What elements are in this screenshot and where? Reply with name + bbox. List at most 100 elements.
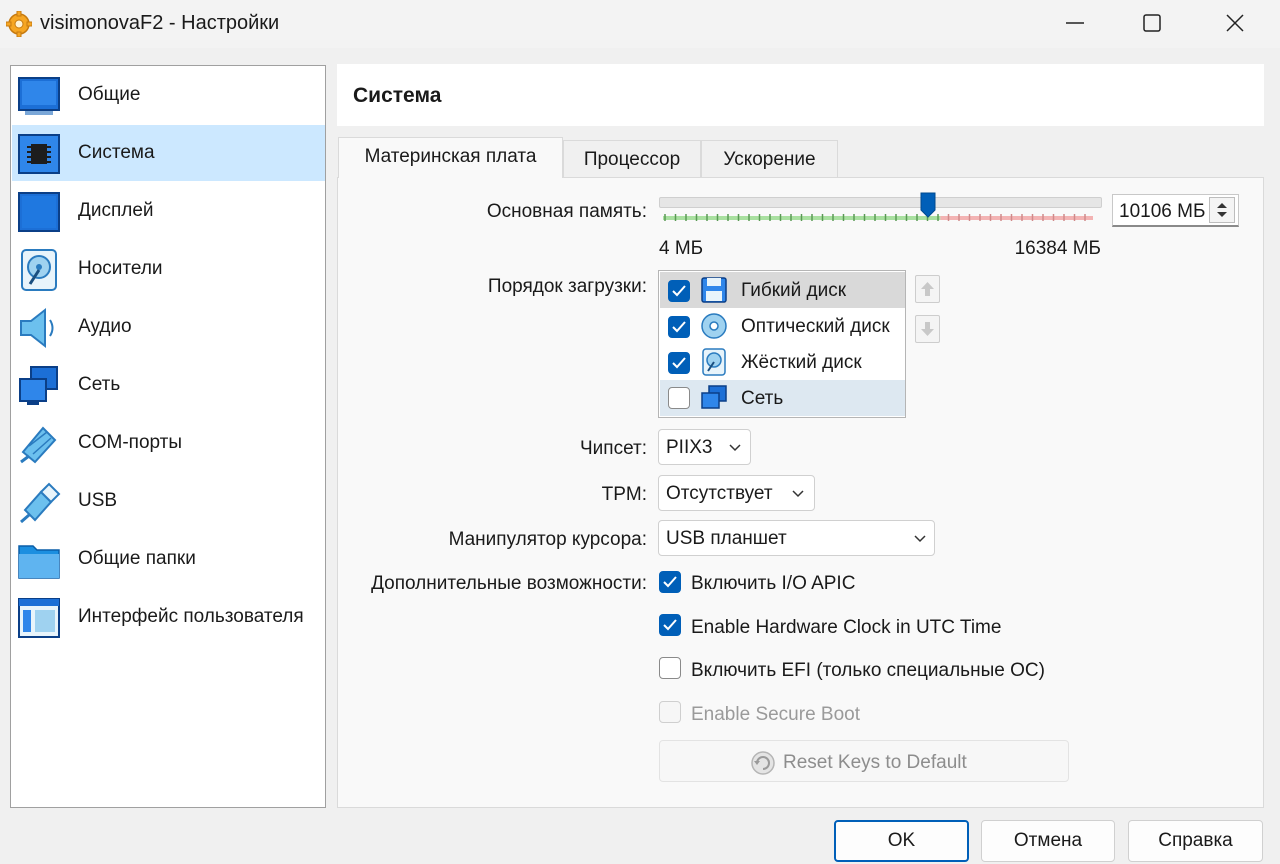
- boot-item-label: Жёсткий диск: [741, 352, 862, 373]
- checkmark-icon: [672, 357, 686, 369]
- tab-processor[interactable]: Процессор: [563, 140, 701, 178]
- sidebar-item-general[interactable]: Общие: [12, 67, 325, 123]
- tpm-select[interactable]: Отсутствует: [658, 475, 815, 511]
- sidebar-item-label: Аудио: [78, 316, 132, 337]
- pointing-device-value: USB планшет: [666, 528, 787, 549]
- boot-optical-checkbox[interactable]: [668, 316, 690, 338]
- move-up-button[interactable]: [915, 275, 940, 303]
- tab-motherboard[interactable]: Материнская плата: [338, 137, 563, 178]
- memory-max-label: 16384 МБ: [1014, 238, 1101, 259]
- close-icon: [1226, 14, 1244, 32]
- ok-button[interactable]: OK: [834, 820, 969, 862]
- boot-hard-disk-checkbox[interactable]: [668, 352, 690, 374]
- arrow-down-icon: [921, 322, 934, 336]
- secure-boot-checkbox[interactable]: [659, 701, 681, 723]
- sidebar-item-com-ports[interactable]: COM-порты: [12, 415, 325, 471]
- serial-cable-icon: [20, 426, 57, 464]
- boot-item-floppy[interactable]: Гибкий диск: [660, 272, 905, 308]
- sidebar-item-label: Дисплей: [78, 200, 154, 221]
- arrow-up-icon: [921, 282, 934, 296]
- checkmark-icon: [672, 321, 686, 333]
- maximize-button[interactable]: [1113, 0, 1193, 46]
- boot-item-optical[interactable]: Оптический диск: [660, 308, 905, 344]
- chipset-value: PIIX3: [666, 437, 713, 458]
- hard-disk-icon: [702, 348, 726, 376]
- user-interface-icon: [18, 598, 60, 638]
- boot-item-hard-disk[interactable]: Жёсткий диск: [660, 344, 905, 380]
- efi-label[interactable]: Включить EFI (только специальные ОС): [691, 660, 1045, 682]
- efi-checkbox[interactable]: [659, 657, 681, 679]
- floppy-icon: [701, 277, 727, 303]
- boot-item-label: Гибкий диск: [741, 280, 847, 301]
- folder-icon: [18, 545, 60, 579]
- boot-item-label: Сеть: [741, 388, 784, 409]
- tpm-value: Отсутствует: [666, 483, 773, 504]
- sidebar-item-system[interactable]: Система: [12, 125, 325, 181]
- base-memory-label: Основная память:: [486, 201, 647, 222]
- sidebar-item-network[interactable]: Сеть: [12, 357, 325, 413]
- usb-icon: [20, 482, 61, 524]
- memory-value: 10106 МБ: [1119, 201, 1206, 222]
- sidebar-item-label: COM-порты: [78, 432, 183, 453]
- settings-sidebar: Общие Система Дисплей Носители Аудио Сет…: [10, 65, 326, 808]
- sidebar-item-label: Общие папки: [78, 548, 196, 569]
- page-header: Система: [337, 64, 1264, 126]
- sidebar-item-usb[interactable]: USB: [12, 473, 325, 529]
- checkmark-icon: [663, 619, 677, 631]
- chipset-label: Чипсет:: [580, 438, 647, 459]
- pointing-device-select[interactable]: USB планшет: [658, 520, 935, 556]
- cancel-button[interactable]: Отмена: [981, 820, 1115, 862]
- tpm-label: TPM:: [601, 484, 647, 505]
- memory-stepper[interactable]: [1209, 197, 1235, 223]
- boot-order-label: Порядок загрузки:: [487, 276, 647, 297]
- boot-network-checkbox[interactable]: [668, 387, 690, 409]
- reset-keys-label: Reset Keys to Default: [783, 752, 967, 773]
- minimize-icon: [1066, 22, 1084, 24]
- minimize-button[interactable]: [1036, 0, 1116, 46]
- sidebar-item-user-interface[interactable]: Интерфейс пользователя: [12, 589, 325, 645]
- boot-item-label: Оптический диск: [741, 316, 890, 337]
- pointing-device-label: Манипулятор курсора:: [448, 529, 647, 550]
- chevron-down-icon: [792, 490, 804, 498]
- display-icon: [18, 192, 60, 232]
- stepper-arrows-icon: [1217, 203, 1227, 217]
- chipset-select[interactable]: PIIX3: [658, 429, 751, 465]
- app-gear-icon: [6, 11, 32, 37]
- network-icon: [19, 366, 58, 405]
- boot-order-list: Гибкий диск Оптический диск Жёсткий диск…: [658, 270, 906, 418]
- memory-spinbox[interactable]: 10106 МБ: [1112, 194, 1239, 227]
- sidebar-item-audio[interactable]: Аудио: [12, 299, 325, 355]
- optical-disc-icon: [701, 313, 727, 339]
- checkmark-icon: [672, 285, 686, 297]
- memory-slider-track[interactable]: [659, 197, 1102, 208]
- move-down-button[interactable]: [915, 315, 940, 343]
- title-bar: visimonovaF2 - Настройки: [0, 0, 1280, 48]
- reset-icon: [751, 751, 775, 775]
- sidebar-item-label: Носители: [78, 258, 163, 279]
- page-title: Система: [353, 84, 442, 107]
- speaker-icon: [20, 307, 54, 349]
- memory-slider-thumb[interactable]: [920, 192, 936, 218]
- boot-floppy-checkbox[interactable]: [668, 280, 690, 302]
- storage-disk-icon: [21, 249, 57, 291]
- chevron-down-icon: [914, 535, 926, 543]
- io-apic-label[interactable]: Включить I/O APIC: [691, 573, 855, 595]
- utc-clock-checkbox[interactable]: [659, 614, 681, 636]
- help-button[interactable]: Справка: [1128, 820, 1263, 862]
- network-icon: [701, 385, 727, 409]
- io-apic-checkbox[interactable]: [659, 571, 681, 593]
- sidebar-item-display[interactable]: Дисплей: [12, 183, 325, 239]
- chevron-down-icon: [729, 444, 741, 452]
- utc-clock-label[interactable]: Enable Hardware Clock in UTC Time: [691, 617, 1001, 639]
- secure-boot-label[interactable]: Enable Secure Boot: [691, 704, 860, 726]
- reset-keys-button[interactable]: Reset Keys to Default: [659, 740, 1069, 782]
- boot-item-network[interactable]: Сеть: [660, 380, 905, 416]
- extended-features-label: Дополнительные возможности:: [371, 573, 647, 594]
- close-button[interactable]: [1196, 0, 1276, 46]
- tab-acceleration[interactable]: Ускорение: [701, 140, 838, 178]
- window-title: visimonovaF2 - Настройки: [40, 12, 280, 34]
- sidebar-item-storage[interactable]: Носители: [12, 241, 325, 297]
- sidebar-item-label: Сеть: [78, 374, 121, 395]
- sidebar-item-label: Система: [78, 142, 155, 163]
- sidebar-item-shared-folders[interactable]: Общие папки: [12, 531, 325, 587]
